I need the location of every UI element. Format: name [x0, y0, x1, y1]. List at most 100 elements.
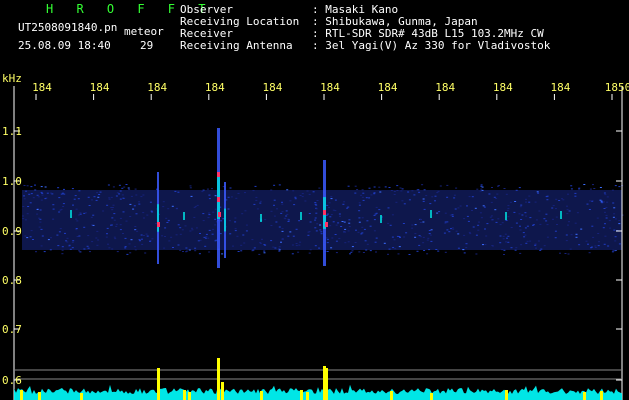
band-speck	[129, 252, 132, 254]
amplitude-bar	[600, 391, 603, 400]
amplitude-noise	[14, 384, 622, 400]
band-speck	[350, 251, 353, 253]
band-speck	[428, 230, 431, 231]
band-speck	[437, 190, 440, 192]
band-speck	[228, 220, 231, 222]
band-speck	[38, 226, 41, 228]
band-speck	[520, 219, 523, 220]
band-speck	[292, 235, 295, 237]
band-speck	[314, 203, 317, 205]
band-speck	[52, 208, 55, 210]
band-speck	[354, 242, 357, 243]
band-speck	[453, 194, 456, 196]
band-speck	[149, 240, 152, 242]
band-speck	[128, 243, 131, 245]
band-speck	[23, 198, 26, 200]
band-speck	[614, 185, 617, 187]
band-speck	[328, 207, 330, 209]
band-speck	[479, 212, 482, 214]
band-speck	[194, 250, 197, 252]
band-speck	[348, 219, 351, 221]
band-speck	[387, 222, 390, 224]
band-speck	[526, 240, 529, 242]
band-speck	[121, 187, 124, 189]
band-speck	[202, 189, 205, 191]
band-speck	[145, 233, 148, 235]
band-speck	[444, 251, 447, 253]
echo-tick	[183, 212, 185, 220]
band-speck	[593, 188, 596, 189]
band-speck	[35, 251, 37, 253]
band-speck	[304, 200, 307, 202]
band-speck	[142, 194, 145, 196]
band-speck	[338, 237, 341, 239]
band-speck	[463, 218, 466, 220]
band-speck	[526, 225, 529, 227]
band-speck	[368, 187, 371, 189]
band-speck	[25, 190, 28, 192]
band-speck	[459, 205, 462, 207]
band-speck	[384, 186, 387, 188]
band-speck	[374, 213, 377, 215]
band-speck	[535, 247, 537, 249]
band-speck	[491, 219, 494, 221]
band-speck	[555, 198, 558, 200]
band-speck	[146, 235, 149, 237]
band-speck	[162, 206, 165, 208]
band-speck	[176, 207, 178, 209]
band-speck	[537, 192, 540, 194]
band-speck	[106, 227, 109, 229]
band-speck	[24, 219, 27, 221]
band-speck	[373, 214, 376, 216]
band-speck	[365, 249, 368, 251]
band-speck	[603, 192, 606, 194]
band-speck	[570, 188, 573, 190]
band-speck	[199, 233, 201, 234]
band-speck	[413, 194, 416, 196]
band-speck	[237, 251, 240, 252]
band-speck	[403, 236, 406, 238]
amplitude-bar	[260, 391, 263, 400]
band-speck	[393, 239, 396, 241]
band-speck	[339, 215, 341, 217]
band-speck	[555, 208, 557, 210]
band-speck	[484, 244, 487, 246]
band-speck	[521, 214, 524, 216]
band-speck	[241, 213, 244, 215]
band-speck	[204, 237, 207, 239]
band-speck	[361, 189, 364, 191]
band-speck	[603, 201, 605, 203]
band-speck	[411, 190, 414, 192]
band-speck	[40, 228, 43, 230]
band-speck	[47, 239, 50, 241]
band-speck	[237, 192, 240, 194]
band-speck	[214, 218, 217, 220]
band-speck	[524, 234, 527, 236]
band-speck	[358, 202, 361, 204]
band-speck	[326, 251, 329, 252]
band-speck	[545, 220, 548, 222]
band-speck	[358, 251, 361, 253]
band-speck	[90, 216, 93, 218]
band-speck	[41, 194, 44, 196]
band-speck	[134, 246, 137, 248]
amplitude-bar	[80, 393, 83, 400]
band-speck	[141, 243, 144, 245]
band-speck	[242, 234, 245, 236]
band-speck	[22, 206, 25, 207]
band-speck	[72, 204, 74, 206]
band-speck	[316, 223, 319, 225]
band-speck	[129, 203, 132, 205]
band-speck	[135, 194, 138, 196]
band-speck	[392, 247, 395, 249]
band-speck	[79, 213, 82, 215]
band-speck	[383, 242, 386, 244]
band-speck	[297, 251, 300, 253]
band-speck	[329, 225, 332, 227]
band-speck	[437, 250, 440, 252]
band-speck	[36, 208, 39, 210]
band-speck	[107, 184, 110, 186]
band-speck	[133, 205, 136, 207]
x-tick-label: 1850	[605, 81, 629, 94]
band-speck	[281, 203, 284, 205]
